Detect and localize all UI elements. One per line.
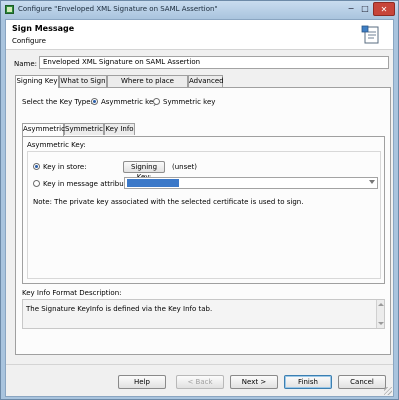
- dialog-window: Configure "Enveloped XML Signature on SA…: [0, 0, 399, 400]
- asymmetric-key-label[interactable]: Asymmetric key: [101, 98, 157, 106]
- signing-key-panel: Select the Key Type: Asymmetric key Symm…: [15, 87, 391, 355]
- tab-where-to-place-signature[interactable]: Where to place signature: [107, 75, 188, 96]
- header-subtitle: Configure: [12, 37, 46, 45]
- asymmetric-key-radio[interactable]: [91, 98, 98, 105]
- tab-advanced[interactable]: Advanced: [188, 75, 224, 87]
- symmetric-key-radio[interactable]: [153, 98, 160, 105]
- minimize-button[interactable]: −: [344, 2, 358, 16]
- chevron-down-icon[interactable]: [369, 180, 375, 184]
- help-button[interactable]: Help: [118, 375, 166, 389]
- signing-key-button[interactable]: Signing Key:: [123, 161, 165, 181]
- back-button[interactable]: < Back: [176, 375, 224, 389]
- app-icon: [5, 5, 14, 14]
- tab-symmetric[interactable]: Symmetric: [64, 123, 104, 135]
- maximize-button[interactable]: □: [358, 2, 372, 16]
- asymmetric-panel: Asymmetric Key: Key in store: Signing Ke…: [22, 136, 385, 284]
- header-title: Sign Message: [12, 24, 75, 33]
- footer-divider: [6, 364, 393, 365]
- symmetric-key-label[interactable]: Symmetric key: [163, 98, 215, 106]
- message-attribute-select[interactable]: [124, 177, 378, 189]
- signing-key-value: (unset): [172, 163, 198, 171]
- key-info-scrollbar[interactable]: [376, 300, 384, 328]
- window-title: Configure "Enveloped XML Signature on SA…: [18, 5, 218, 13]
- cancel-button[interactable]: Cancel: [338, 375, 386, 389]
- title-bar[interactable]: Configure "Enveloped XML Signature on SA…: [1, 1, 398, 19]
- key-in-attribute-label[interactable]: Key in message attribute:: [43, 180, 133, 188]
- selected-attribute-highlight: [127, 179, 179, 187]
- name-input[interactable]: Enveloped XML Signature on SAML Assertio…: [39, 56, 389, 69]
- dialog-body: Sign Message Configure Name: Enveloped X…: [5, 19, 394, 397]
- key-type-label: Select the Key Type:: [22, 98, 93, 106]
- scroll-down-icon[interactable]: [378, 322, 384, 325]
- tab-what-to-sign[interactable]: What to Sign: [59, 75, 107, 87]
- tab-signing-key[interactable]: Signing Key: [15, 75, 59, 88]
- key-info-format-box: The Signature KeyInfo is defined via the…: [22, 299, 385, 329]
- key-info-format-text: The Signature KeyInfo is defined via the…: [26, 305, 213, 313]
- next-button[interactable]: Next >: [230, 375, 278, 389]
- wizard-header: Sign Message Configure: [6, 20, 393, 50]
- key-in-store-radio[interactable]: [33, 163, 40, 170]
- tab-asymmetric[interactable]: Asymmetric: [22, 123, 65, 136]
- asymmetric-key-group: Key in store: Signing Key: (unset) Key i…: [27, 151, 381, 279]
- asymmetric-key-group-label: Asymmetric Key:: [27, 141, 86, 149]
- key-info-format-label: Key Info Format Description:: [22, 289, 122, 297]
- resize-grip[interactable]: [384, 387, 392, 395]
- private-key-note: Note: The private key associated with th…: [33, 198, 304, 206]
- close-button[interactable]: ✕: [373, 2, 395, 16]
- finish-button[interactable]: Finish: [284, 375, 332, 389]
- scroll-up-icon[interactable]: [378, 303, 384, 306]
- key-in-attribute-radio[interactable]: [33, 180, 40, 187]
- settings-document-icon: [361, 25, 379, 44]
- key-in-store-label[interactable]: Key in store:: [43, 163, 87, 171]
- tab-key-info[interactable]: Key Info: [104, 123, 135, 135]
- name-label: Name:: [14, 60, 38, 68]
